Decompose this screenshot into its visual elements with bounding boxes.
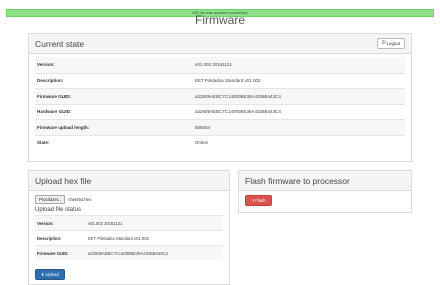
table-row: Firmware GUID: a22809AEBC7C14000BE38A433…: [35, 88, 405, 104]
upload-status-table: Version: v01.002 20161121 Description: E…: [29, 215, 229, 260]
upload-heading: Upload hex file: [29, 171, 229, 191]
table-row: Description: EET Pokladna Standard v01.0…: [35, 72, 405, 89]
row-value: v01.002 20161121: [195, 62, 232, 68]
flash-button[interactable]: ϟ Flash: [245, 195, 273, 206]
row-label: State:: [37, 140, 50, 146]
row-label: Firmware GUID:: [37, 250, 69, 256]
row-value: v01.002 20161121: [88, 220, 123, 226]
table-row: Firmware upload length: 565504: [35, 119, 405, 135]
upload-icon: ⬆: [41, 272, 45, 277]
table-row: Version: v01.002 20161121: [35, 57, 405, 73]
upload-status-title: Upload file status: [35, 207, 82, 213]
browse-button[interactable]: Procházet...: [35, 195, 66, 204]
row-label: Hardware GUID:: [37, 109, 72, 115]
table-row: Description: EET Pokladna Standard v01.0…: [35, 230, 223, 245]
upload-title: Upload hex file: [35, 175, 92, 186]
flash-heading: Flash firmware to processor: [239, 171, 411, 191]
current-state-heading: Current state ⏻ Logout: [29, 34, 411, 54]
power-icon: ⏻: [381, 40, 386, 46]
row-value: a22809AEBC7C14000BE38A4336B443C4: [88, 250, 168, 256]
logout-label: Logout: [386, 41, 400, 46]
flash-label: Flash: [255, 198, 266, 203]
row-value: EET Pokladna Standard v01.002: [195, 78, 261, 84]
flash-title: Flash firmware to processor: [245, 175, 350, 186]
row-value: Online: [195, 140, 209, 146]
row-label: Firmware upload length:: [37, 124, 90, 130]
row-label: Version:: [37, 220, 54, 226]
flash-panel: Flash firmware to processor ϟ Flash: [238, 170, 412, 213]
upload-button[interactable]: ⬆ Upload: [35, 269, 65, 280]
upload-label: Upload: [45, 272, 59, 277]
row-label: Description:: [37, 78, 64, 84]
row-label: Version:: [37, 62, 55, 68]
row-value: a22809AEBC7C14000BE38A4336B443C4: [195, 93, 281, 99]
row-label: Description:: [37, 235, 62, 241]
row-value: 565504: [195, 124, 211, 130]
state-table: Version: v01.002 20161121 Description: E…: [29, 54, 411, 150]
table-row: State: Online: [35, 134, 405, 151]
row-label: Firmware GUID:: [37, 93, 72, 99]
row-value: EET Pokladna Standard v01.002: [88, 235, 149, 241]
page-title: Firmware: [195, 13, 245, 27]
row-value: a22809AEBC7C14000BE38A4336B443C4: [195, 109, 281, 115]
table-row: Firmware GUID: a22809AEBC7C14000BE38A433…: [35, 245, 223, 260]
table-row: Hardware GUID: a22809AEBC7C14000BE38A433…: [35, 103, 405, 120]
selected-file-name: chet464.hex: [68, 197, 92, 202]
file-picker: Procházet... chet464.hex: [29, 191, 229, 204]
current-state-title: Current state: [35, 38, 85, 49]
table-row: Version: v01.002 20161121: [35, 215, 223, 230]
upload-panel: Upload hex file Procházet... chet464.hex…: [28, 170, 230, 285]
flash-icon: ϟ: [252, 198, 255, 203]
logout-button[interactable]: ⏻ Logout: [376, 38, 405, 49]
current-state-panel: Current state ⏻ Logout Version: v01.002 …: [28, 33, 412, 162]
